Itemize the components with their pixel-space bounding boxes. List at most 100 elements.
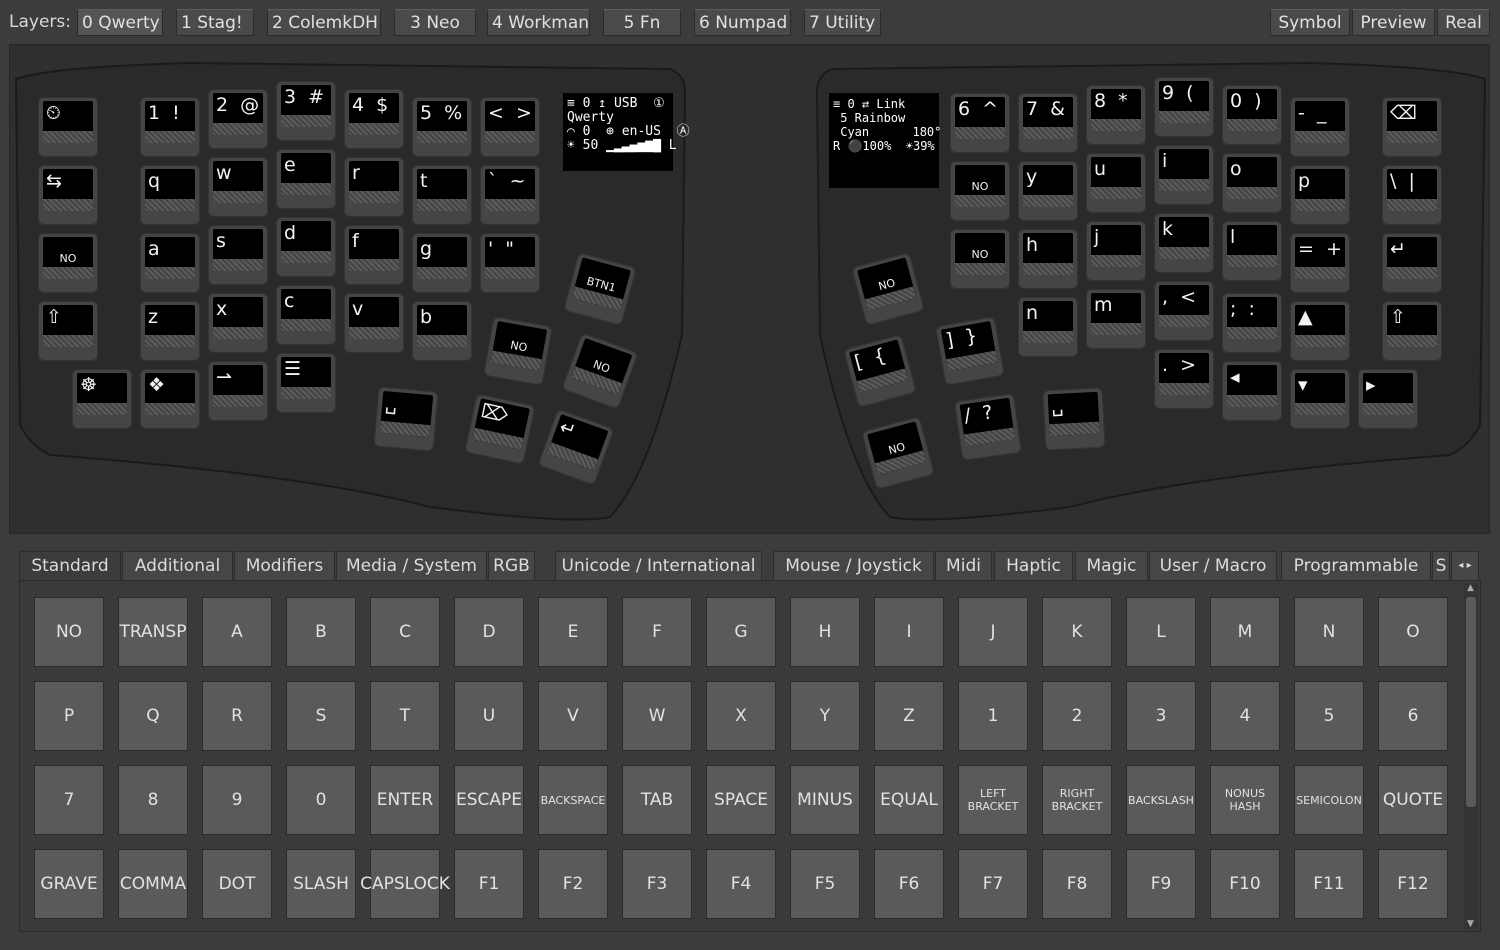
keycode-f8[interactable]: F8 [1042,849,1112,919]
keycode-enter[interactable]: ENTER [370,765,440,835]
keycode-c[interactable]: C [370,597,440,667]
scroll-up-icon[interactable]: ▲ [1467,583,1474,593]
keycode-4[interactable]: 4 [1210,681,1280,751]
left-key[interactable]: b [412,301,472,361]
keycode-backslash[interactable]: BACKSLASH [1126,765,1196,835]
right-key[interactable]: ▾ [1290,369,1350,429]
tab-scroll-arrows-icon[interactable]: ◂ ▸ [1451,551,1479,581]
keycode-backspace[interactable]: BACKSPACE [538,765,608,835]
keycode-a[interactable]: A [202,597,272,667]
keycode-right-bracket[interactable]: RIGHT BRACKET [1042,765,1112,835]
scrollbar-thumb[interactable] [1466,597,1476,807]
keycode-transp[interactable]: TRANSP [118,597,188,667]
left-key[interactable]: ' " [480,233,540,293]
left-key[interactable]: 1 ! [140,97,200,157]
right-key[interactable]: n [1018,297,1078,357]
tab-rgb[interactable]: RGB [488,551,535,581]
tab-user-macro[interactable]: User / Macro [1149,551,1277,581]
tab-midi[interactable]: Midi [935,551,992,581]
keycode-0[interactable]: 0 [286,765,356,835]
layer-button-2[interactable]: 2 ColemkDH [267,9,381,36]
right-key[interactable]: ⌫ [1382,97,1442,157]
left-key[interactable]: r [344,157,404,217]
keycode-equal[interactable]: EQUAL [874,765,944,835]
right-key[interactable]: k [1154,213,1214,273]
right-key[interactable]: ] } [935,316,1005,386]
right-key[interactable]: ↵ [1382,233,1442,293]
right-key[interactable]: p [1290,165,1350,225]
left-key[interactable]: < > [480,97,540,157]
left-key[interactable]: z [140,301,200,361]
keycode-tab[interactable]: TAB [622,765,692,835]
keycode-minus[interactable]: MINUS [790,765,860,835]
symbol-button[interactable]: Symbol [1270,9,1350,36]
tab-standard[interactable]: Standard [19,551,121,581]
layer-button-5[interactable]: 5 Fn [603,9,681,36]
keycode-e[interactable]: E [538,597,608,667]
left-key[interactable]: ☸ [72,369,132,429]
tab-haptic[interactable]: Haptic [994,551,1073,581]
left-key[interactable]: NO [38,233,98,293]
left-key[interactable]: x [208,293,268,353]
keycode-f7[interactable]: F7 [958,849,1028,919]
right-key[interactable]: 0 ) [1222,85,1282,145]
tab-unicode-international[interactable]: Unicode / International [555,551,762,581]
keycode-t[interactable]: T [370,681,440,751]
left-key[interactable]: w [208,157,268,217]
keycode-5[interactable]: 5 [1294,681,1364,751]
right-key[interactable]: ; : [1222,293,1282,353]
right-key[interactable]: h [1018,229,1078,289]
scroll-down-icon[interactable]: ▼ [1467,919,1474,929]
tab-modifiers[interactable]: Modifiers [234,551,335,581]
keycode-f9[interactable]: F9 [1126,849,1196,919]
right-key[interactable]: 8 * [1086,85,1146,145]
right-key[interactable]: j [1086,221,1146,281]
left-key[interactable]: t [412,165,472,225]
keycode-comma[interactable]: COMMA [118,849,188,919]
left-key[interactable]: ☰ [276,353,336,413]
right-key[interactable]: 7 & [1018,93,1078,153]
right-key[interactable]: o [1222,153,1282,213]
left-key[interactable]: 5 % [412,97,472,157]
left-key[interactable]: 3 # [276,81,336,141]
left-key[interactable]: d [276,217,336,277]
left-key[interactable]: c [276,285,336,345]
right-key[interactable]: ◂ [1222,361,1282,421]
keycode-nonus-hash[interactable]: NONUS HASH [1210,765,1280,835]
left-key[interactable]: NO [483,316,553,386]
keycode-k[interactable]: K [1042,597,1112,667]
keycode-7[interactable]: 7 [34,765,104,835]
keycode-f12[interactable]: F12 [1378,849,1448,919]
keycode-space[interactable]: SPACE [706,765,776,835]
layer-button-7[interactable]: 7 Utility [804,9,881,36]
right-key[interactable]: = + [1290,233,1350,293]
right-key[interactable]: y [1018,161,1078,221]
keycode-f2[interactable]: F2 [538,849,608,919]
right-key[interactable]: ␣ [1042,387,1106,451]
right-key[interactable]: / ? [954,393,1022,461]
keycode-escape[interactable]: ESCAPE [454,765,524,835]
keycode-p[interactable]: P [34,681,104,751]
keycode-f6[interactable]: F6 [874,849,944,919]
keycode-1[interactable]: 1 [958,681,1028,751]
tab-additional[interactable]: Additional [122,551,233,581]
right-key[interactable]: l [1222,221,1282,281]
right-key[interactable]: u [1086,153,1146,213]
keycode-6[interactable]: 6 [1378,681,1448,751]
layer-button-0[interactable]: 0 Qwerty [77,9,163,36]
left-key[interactable]: ⇧ [38,301,98,361]
right-key[interactable]: ▲ [1290,301,1350,361]
left-key[interactable]: q [140,165,200,225]
keycode-m[interactable]: M [1210,597,1280,667]
keycode-2[interactable]: 2 [1042,681,1112,751]
tab-mouse-joystick[interactable]: Mouse / Joystick [773,551,934,581]
tab-s[interactable]: S [1432,551,1450,581]
keycode-grave[interactable]: GRAVE [34,849,104,919]
keycode-g[interactable]: G [706,597,776,667]
keycode-f4[interactable]: F4 [706,849,776,919]
right-key[interactable]: ⇧ [1382,301,1442,361]
keycode-q[interactable]: Q [118,681,188,751]
left-key[interactable]: f [344,225,404,285]
keycode-x[interactable]: X [706,681,776,751]
preview-button[interactable]: Preview [1352,9,1435,36]
